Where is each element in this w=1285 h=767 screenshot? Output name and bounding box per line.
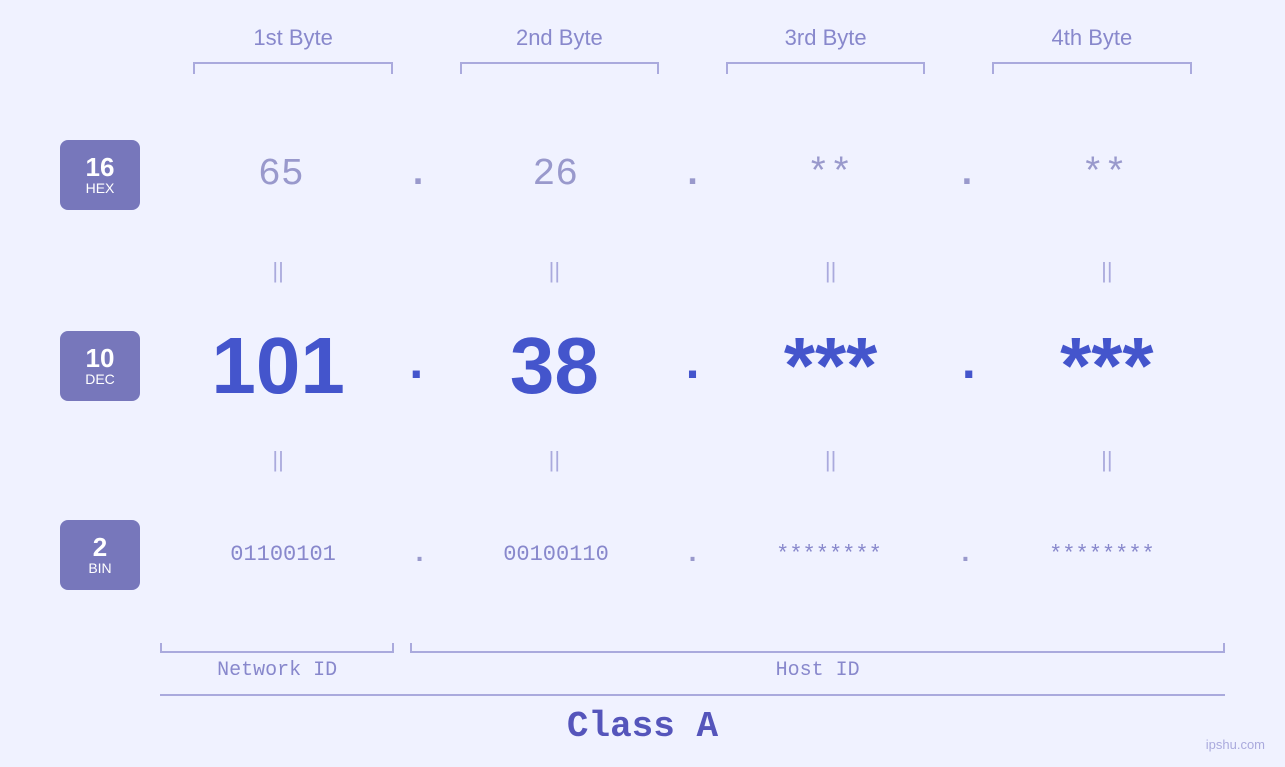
bracket-4 (959, 62, 1225, 74)
bin-values: 01100101 . 00100110 . ******** . *******… (160, 539, 1225, 570)
dec-dot-3: . (949, 337, 989, 394)
bin-byte-2: 00100110 (433, 542, 679, 567)
bottom-section: Network ID Host ID Class A (60, 643, 1225, 747)
dec-byte-3: *** (713, 320, 949, 412)
hex-row: 16 HEX 65 . 26 . ** . ** (60, 94, 1225, 255)
bin-badge: 2 BIN (60, 520, 140, 590)
network-bracket (160, 643, 394, 653)
dec-row: 10 DEC 101 . 38 . *** . *** (60, 285, 1225, 446)
main-container: 1st Byte 2nd Byte 3rd Byte 4th Byte 16 H… (0, 0, 1285, 767)
bin-dot-3: . (952, 539, 979, 570)
hex-byte-3: ** (709, 153, 951, 196)
hex-dot-1: . (402, 153, 435, 196)
equals-grid-1: || || || || (160, 258, 1225, 284)
byte-label-2: 2nd Byte (426, 20, 692, 56)
byte-label-3: 3rd Byte (693, 20, 959, 56)
bin-byte-4: ******** (979, 542, 1225, 567)
dec-dot-1: . (396, 337, 436, 394)
bin-dot-2: . (679, 539, 706, 570)
equals-row-1: || || || || (60, 257, 1225, 285)
dec-badge: 10 DEC (60, 331, 140, 401)
bin-byte-3: ******** (706, 542, 952, 567)
bracket-1 (160, 62, 426, 74)
watermark: ipshu.com (1206, 737, 1265, 752)
host-bracket (410, 643, 1225, 653)
bracket-3 (693, 62, 959, 74)
byte-label-1: 1st Byte (160, 20, 426, 56)
hex-byte-1: 65 (160, 153, 402, 196)
equals-row-2: || || || || (60, 446, 1225, 474)
bin-byte-1: 01100101 (160, 542, 406, 567)
byte-label-4: 4th Byte (959, 20, 1225, 56)
class-line (160, 694, 1225, 696)
bin-row: 2 BIN 01100101 . 00100110 . ******** . *… (60, 474, 1225, 635)
bracket-2 (426, 62, 692, 74)
hex-byte-4: ** (983, 153, 1225, 196)
dec-byte-4: *** (989, 320, 1225, 412)
top-brackets (160, 62, 1225, 74)
dec-byte-1: 101 (160, 320, 396, 412)
dec-dot-2: . (672, 337, 712, 394)
bin-dot-1: . (406, 539, 433, 570)
host-id-label: Host ID (410, 659, 1225, 682)
hex-dot-3: . (951, 153, 984, 196)
dec-byte-2: 38 (436, 320, 672, 412)
dec-values: 101 . 38 . *** . *** (160, 320, 1225, 412)
hex-badge: 16 HEX (60, 140, 140, 210)
hex-dot-2: . (676, 153, 709, 196)
network-id-label: Network ID (160, 659, 394, 682)
class-label: Class A (567, 706, 718, 747)
equals-grid-2: || || || || (160, 447, 1225, 473)
hex-byte-2: 26 (434, 153, 676, 196)
hex-values: 65 . 26 . ** . ** (160, 153, 1225, 196)
